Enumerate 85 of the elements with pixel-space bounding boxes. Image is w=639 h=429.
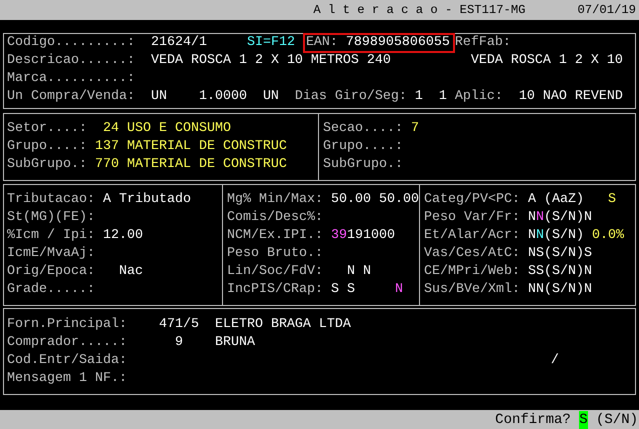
field-value: ELETRO BRAGA LTDA bbox=[214, 316, 351, 334]
field-label: CE/MPri/Web: bbox=[424, 263, 520, 281]
field-label: Mg% Min/Max: bbox=[227, 191, 323, 209]
field-value: 50.00 bbox=[330, 191, 371, 209]
field-value: N bbox=[528, 209, 536, 227]
field-value: A Tributado bbox=[102, 191, 191, 209]
field-label: Mensagem 1 NF.: bbox=[7, 370, 127, 388]
field-value: A (AaZ) bbox=[528, 191, 584, 209]
field-label: EAN: bbox=[306, 34, 338, 52]
field-value: (S/N) bbox=[544, 227, 584, 245]
field-label: Codigo.........: bbox=[7, 34, 135, 52]
field-label: St(MG)(FE): bbox=[7, 209, 95, 227]
field-value: SS(S/N)N bbox=[528, 263, 592, 281]
field-value: 1 bbox=[414, 88, 423, 106]
field-label: SubGrupo.: bbox=[7, 156, 87, 174]
field-value: 1.0000 bbox=[198, 88, 247, 106]
field-value: S bbox=[330, 281, 339, 299]
field-value: N bbox=[394, 281, 403, 299]
field-value: 39 bbox=[330, 227, 347, 245]
field-label: NCM/Ex.IPI.: bbox=[227, 227, 323, 245]
field-label: Lin/Soc/FdV: bbox=[227, 263, 323, 281]
field-label: IcmE/MvaAj: bbox=[7, 245, 95, 263]
field-value: 471/5 bbox=[158, 316, 199, 334]
field-label: Setor....: bbox=[7, 120, 87, 138]
field-label: Comis/Desc%: bbox=[227, 209, 323, 227]
field-value: VEDA ROSCA 1 2 X 10 bbox=[470, 52, 623, 70]
field-label: Secao....: bbox=[323, 120, 403, 138]
field-label: Forn.Principal: bbox=[7, 316, 127, 334]
options-text: (S/N) bbox=[596, 410, 638, 428]
field-value: UN bbox=[150, 88, 167, 106]
field-value: N bbox=[536, 227, 544, 245]
field-value: 1 bbox=[438, 88, 447, 106]
field-label: Tributacao: bbox=[7, 191, 95, 209]
answer-field[interactable]: S bbox=[579, 410, 588, 428]
field-label: %Icm / Ipi: bbox=[7, 227, 95, 245]
field-value: 10 NAO REVEND bbox=[518, 88, 623, 106]
field-label: Orig/Epoca: bbox=[7, 263, 95, 281]
confirm-prompt: Confirma? bbox=[495, 410, 571, 428]
field-label: Comprador.....: bbox=[7, 334, 127, 352]
field-value: 9 bbox=[174, 334, 183, 352]
field-label: Peso Bruto.: bbox=[227, 245, 323, 263]
field-value: NN(S/N)N bbox=[528, 281, 592, 299]
field-value: 191000 bbox=[346, 227, 395, 245]
field-label: RefFab: bbox=[454, 34, 511, 52]
field-value: 7898905806055 bbox=[346, 34, 450, 52]
field-label: Peso Var/Fr: bbox=[424, 209, 520, 227]
field-value: N bbox=[346, 263, 355, 281]
field-value: SI=F12 bbox=[246, 34, 295, 52]
field-label: SubGrupo.: bbox=[323, 156, 403, 174]
field-label: Descricao......: bbox=[7, 52, 135, 70]
field-label: Dias Giro/Seg: bbox=[294, 88, 407, 106]
field-value: 24 USO E CONSUMO bbox=[102, 120, 231, 138]
field-label: Grupo....: bbox=[323, 138, 403, 156]
field-value: BRUNA bbox=[214, 334, 255, 352]
field-value: 12.00 bbox=[102, 227, 143, 245]
field-value: N bbox=[536, 209, 544, 227]
field-value: 0.0% bbox=[592, 227, 624, 245]
field-label: Et/Alar/Acr: bbox=[424, 227, 520, 245]
field-value: 21624/1 bbox=[150, 34, 207, 52]
field-value: N bbox=[362, 263, 371, 281]
field-label: Aplic: bbox=[454, 88, 503, 106]
field-label: Un Compra/Venda: bbox=[7, 88, 135, 106]
field-value: UN bbox=[262, 88, 279, 106]
field-value: S bbox=[608, 191, 616, 209]
field-value: / bbox=[550, 352, 559, 370]
field-value: 7 bbox=[410, 120, 419, 138]
field-value: 50.00 bbox=[378, 191, 419, 209]
field-label: Grade.....: bbox=[7, 281, 95, 299]
field-value: 770 MATERIAL DE CONSTRUC bbox=[94, 156, 287, 174]
field-value: VEDA ROSCA 1 2 X 10 METROS 240 bbox=[150, 52, 391, 70]
field-label: Categ/PV<PC: bbox=[424, 191, 520, 209]
field-value: S bbox=[346, 281, 355, 299]
field-label: Sus/BVe/Xml: bbox=[424, 281, 520, 299]
field-value: N bbox=[528, 227, 536, 245]
field-value: NS(S/N)S bbox=[528, 245, 592, 263]
field-label: Vas/Ces/AtC: bbox=[424, 245, 520, 263]
field-value: 137 MATERIAL DE CONSTRUC bbox=[94, 138, 287, 156]
field-label: Grupo....: bbox=[7, 138, 87, 156]
field-value: (S/N)N bbox=[544, 209, 592, 227]
field-label: IncPIS/CRap: bbox=[227, 281, 323, 299]
window-title: A l t e r a c a o - EST117-MG bbox=[313, 2, 526, 19]
field-value: Nac bbox=[118, 263, 143, 281]
field-label: Cod.Entr/Saida: bbox=[7, 352, 127, 370]
date-text: 07/01/19 bbox=[577, 2, 636, 19]
field-label: Marca..........: bbox=[7, 70, 135, 88]
